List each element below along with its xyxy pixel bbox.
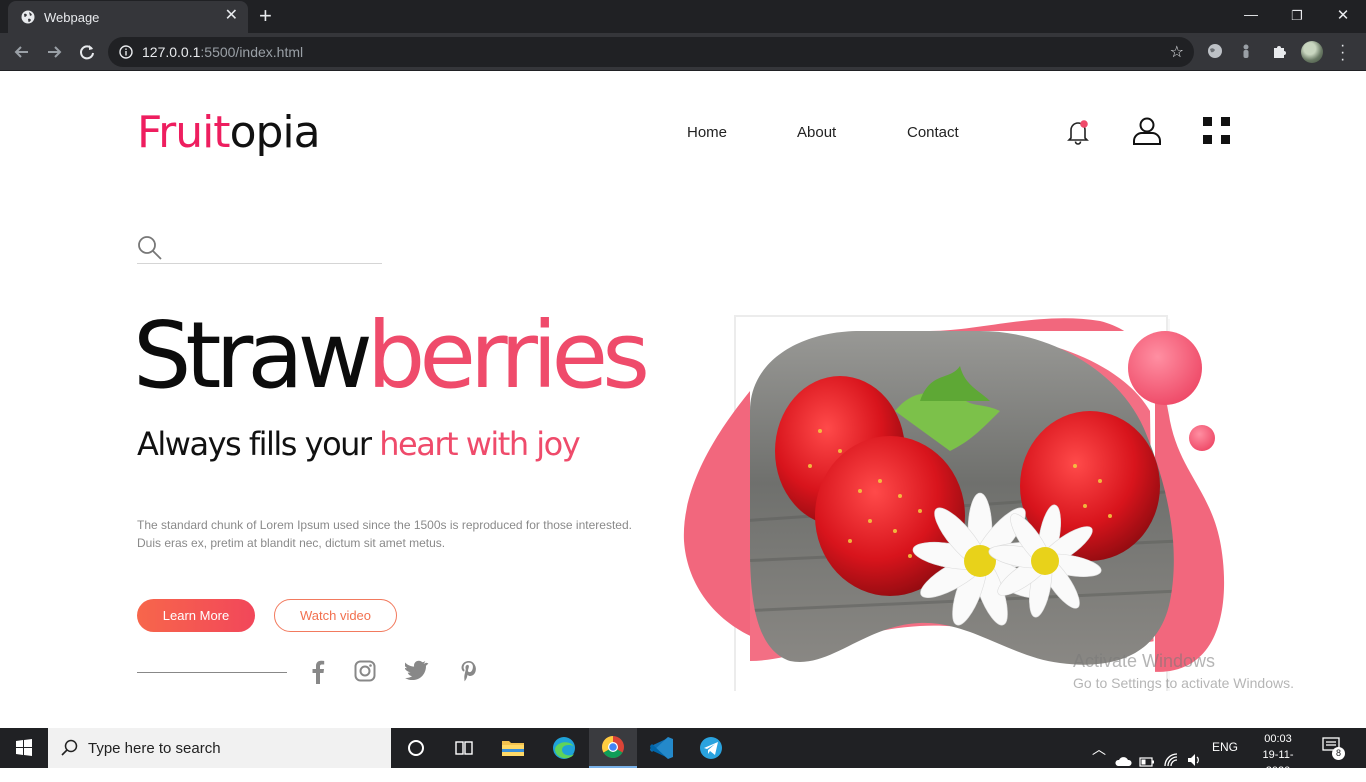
taskbar-search-placeholder: Type here to search (88, 740, 221, 757)
telegram-icon[interactable] (687, 728, 735, 768)
tray-chevron-icon[interactable]: ︿ (1092, 739, 1106, 779)
more-menu-icon[interactable]: · · · (1340, 38, 1345, 68)
cortana-icon[interactable] (392, 728, 440, 768)
notification-center-icon[interactable]: 8 (1322, 737, 1346, 760)
hero-description: The standard chunk of Lorem Ipsum used s… (137, 518, 632, 550)
webpage: Fruitopia Home About Contact Strawberrie… (0, 71, 1366, 728)
windows-start-icon[interactable] (0, 728, 48, 768)
social-divider (137, 672, 287, 673)
taskbar-search-box[interactable]: Type here to search (48, 728, 391, 768)
vscode-icon[interactable] (638, 728, 686, 768)
bookmark-star-icon[interactable]: ☆ (1170, 42, 1184, 61)
search-field[interactable] (137, 233, 382, 264)
puzzle-icon[interactable] (1271, 43, 1288, 60)
tab-title: Webpage (44, 10, 100, 25)
url-text: 127.0.0.1:5500/index.html (142, 44, 304, 60)
language-indicator[interactable]: ENG (1212, 740, 1238, 780)
browser-tab-strip: Webpage ✕ + — ❐ ✕ (0, 0, 1366, 33)
facebook-icon[interactable] (311, 660, 325, 684)
nav-about[interactable]: About (797, 124, 836, 141)
pinterest-icon[interactable] (460, 660, 478, 682)
file-explorer-icon[interactable] (489, 728, 537, 768)
strawberry-hero-image (683, 315, 1225, 691)
instagram-icon[interactable] (354, 660, 376, 682)
onedrive-icon[interactable] (1114, 741, 1132, 781)
extension-globe-icon[interactable] (1207, 43, 1223, 59)
browser-tab[interactable]: Webpage ✕ (8, 1, 248, 33)
hero-headline: Strawberries (133, 302, 650, 409)
wifi-icon[interactable] (1163, 740, 1179, 780)
reload-icon[interactable] (76, 41, 98, 63)
chrome-taskbar-button[interactable] (589, 728, 637, 768)
search-icon (138, 236, 162, 260)
extension-icon[interactable] (1241, 43, 1251, 59)
nav-home[interactable]: Home (687, 124, 727, 141)
globe-icon (21, 10, 35, 24)
edge-icon[interactable] (540, 728, 588, 768)
task-view-icon[interactable] (440, 728, 488, 768)
forward-arrow-icon[interactable] (43, 41, 65, 63)
user-icon[interactable] (1132, 117, 1162, 145)
search-icon (61, 739, 78, 756)
volume-icon[interactable] (1186, 740, 1202, 780)
twitter-icon[interactable] (405, 660, 429, 682)
grid-menu-icon[interactable] (1203, 117, 1230, 144)
tab-close-icon[interactable]: ✕ (225, 7, 238, 25)
minimize-button[interactable]: — (1228, 0, 1274, 33)
taskbar-clock[interactable]: 00:03 19-11-2020 (1252, 731, 1304, 779)
nav-contact[interactable]: Contact (907, 124, 959, 141)
activate-windows-watermark: Activate Windows Go to Settings to activ… (1073, 651, 1294, 691)
chrome-icon (602, 736, 624, 758)
site-logo[interactable]: Fruitopia (137, 107, 321, 158)
back-arrow-icon[interactable] (11, 41, 33, 63)
browser-toolbar: 127.0.0.1:5500/index.html ☆ · · · (0, 33, 1366, 71)
learn-more-button[interactable]: Learn More (137, 599, 255, 632)
info-icon[interactable] (119, 45, 133, 59)
bell-icon[interactable] (1066, 119, 1090, 145)
hero-subheadline: Always fills your heart with joy (137, 425, 581, 463)
restore-button[interactable]: ❐ (1274, 0, 1320, 33)
battery-icon[interactable] (1139, 742, 1155, 782)
profile-avatar[interactable] (1301, 41, 1323, 63)
close-window-button[interactable]: ✕ (1320, 0, 1366, 33)
watch-video-button[interactable]: Watch video (274, 599, 397, 632)
new-tab-button[interactable]: + (259, 4, 272, 28)
address-bar[interactable]: 127.0.0.1:5500/index.html ☆ (108, 37, 1194, 67)
windows-taskbar: Type here to search ︿ ENG 00:03 19-11-20… (0, 728, 1366, 777)
notification-badge: 8 (1332, 747, 1345, 760)
